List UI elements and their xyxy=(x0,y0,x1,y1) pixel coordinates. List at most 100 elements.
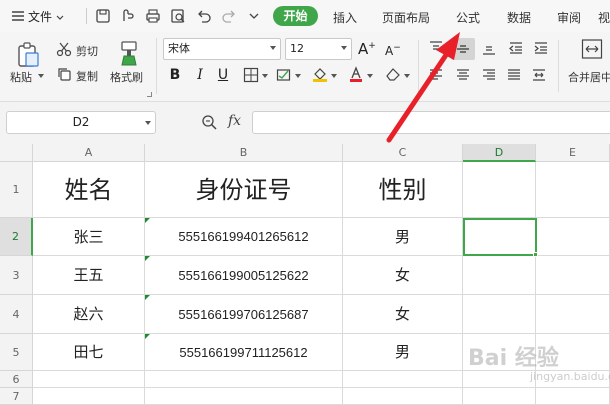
fill-handle[interactable] xyxy=(533,252,538,257)
copy-label[interactable]: 复制 xyxy=(76,68,98,84)
redo-icon[interactable] xyxy=(221,8,237,24)
cell-c5[interactable]: 男 xyxy=(343,334,463,371)
align-left-icon[interactable] xyxy=(428,67,444,83)
clipboard-launcher-icon[interactable] xyxy=(147,92,152,97)
cell-b5[interactable]: 555166199711125612 xyxy=(145,334,343,371)
formula-input[interactable] xyxy=(252,111,610,134)
format-painter-label[interactable]: 格式刷 xyxy=(110,69,143,85)
decrease-indent-icon[interactable] xyxy=(508,40,524,56)
align-top-icon[interactable] xyxy=(428,40,444,56)
align-bottom-icon[interactable] xyxy=(481,40,497,56)
cut-label[interactable]: 剪切 xyxy=(76,43,98,59)
cell-c1[interactable]: 性别 xyxy=(343,162,463,218)
tab-review[interactable]: 审阅 xyxy=(557,9,581,26)
cell-c2[interactable]: 男 xyxy=(343,218,463,256)
name-box[interactable]: D2 xyxy=(6,111,156,134)
paste-icon[interactable] xyxy=(16,42,40,68)
justify-icon[interactable] xyxy=(506,67,522,83)
undo-icon[interactable] xyxy=(196,8,212,24)
zoom-search-icon[interactable] xyxy=(201,114,217,130)
align-middle-button[interactable] xyxy=(451,38,475,60)
merge-center-label[interactable]: 合并居中 xyxy=(568,69,610,85)
fx-icon[interactable]: fx xyxy=(228,113,241,129)
print-icon[interactable] xyxy=(145,8,161,24)
chevron-down-icon[interactable] xyxy=(367,74,373,78)
chevron-down-icon[interactable] xyxy=(262,74,268,78)
borders-icon[interactable] xyxy=(243,67,259,83)
cell-c7[interactable] xyxy=(343,388,463,405)
cut-icon[interactable] xyxy=(56,41,72,57)
cell-b3[interactable]: 555166199005125622 xyxy=(145,256,343,295)
cell-a7[interactable] xyxy=(33,388,145,405)
tab-start[interactable]: 开始 xyxy=(273,6,318,26)
decrease-font-icon[interactable]: A− xyxy=(385,43,401,58)
row-header-5[interactable]: 5 xyxy=(0,334,33,371)
file-menu[interactable]: 文件 xyxy=(12,8,64,25)
cell-b4[interactable]: 555166199706125687 xyxy=(145,295,343,334)
underline-button[interactable]: U xyxy=(213,65,233,85)
column-header-c[interactable]: C xyxy=(343,144,463,162)
tab-insert[interactable]: 插入 xyxy=(333,9,357,26)
cell-style-icon[interactable] xyxy=(276,67,292,83)
increase-indent-icon[interactable] xyxy=(533,40,549,56)
cell-c3[interactable]: 女 xyxy=(343,256,463,295)
row-header-2[interactable]: 2 xyxy=(0,218,33,256)
tab-view[interactable]: 视 xyxy=(598,9,610,26)
copy-icon[interactable] xyxy=(56,66,72,82)
align-center-icon[interactable] xyxy=(455,67,471,83)
paste-label[interactable]: 粘贴 xyxy=(10,69,32,85)
cell-a6[interactable] xyxy=(33,371,145,388)
cell-e2[interactable] xyxy=(536,218,610,256)
tab-page-layout[interactable]: 页面布局 xyxy=(382,9,430,26)
save-icon[interactable] xyxy=(95,8,111,24)
distributed-align-icon[interactable] xyxy=(531,67,547,83)
row-header-4[interactable]: 4 xyxy=(0,295,33,334)
row-header-7[interactable]: 7 xyxy=(0,388,33,405)
font-color-icon[interactable] xyxy=(348,66,364,82)
row-header-1[interactable]: 1 xyxy=(0,162,33,218)
cell-b7[interactable] xyxy=(145,388,343,405)
cell-e4[interactable] xyxy=(536,295,610,334)
cell-d3[interactable] xyxy=(463,256,536,295)
format-painter-icon[interactable] xyxy=(118,40,140,66)
row-header-6[interactable]: 6 xyxy=(0,371,33,388)
chevron-down-icon[interactable] xyxy=(331,74,337,78)
row-header-3[interactable]: 3 xyxy=(0,256,33,295)
italic-button[interactable]: I xyxy=(190,65,210,85)
cell-b2[interactable]: 555166199401265612 xyxy=(145,218,343,256)
cell-c6[interactable] xyxy=(343,371,463,388)
paste-dropdown-icon[interactable] xyxy=(38,74,44,78)
increase-font-icon[interactable]: A+ xyxy=(358,40,376,58)
select-all-corner[interactable] xyxy=(0,144,33,162)
column-header-a[interactable]: A xyxy=(33,144,145,162)
column-header-d[interactable]: D xyxy=(463,144,536,162)
cell-a1[interactable]: 姓名 xyxy=(33,162,145,218)
bold-button[interactable]: B xyxy=(165,65,185,85)
cell-a4[interactable]: 赵六 xyxy=(33,295,145,334)
tab-formula[interactable]: 公式 xyxy=(456,9,480,26)
merge-center-icon[interactable] xyxy=(581,38,603,60)
cell-d1[interactable] xyxy=(463,162,536,218)
cell-e1[interactable] xyxy=(536,162,610,218)
tab-data[interactable]: 数据 xyxy=(507,9,531,26)
print-preview-icon[interactable] xyxy=(170,8,186,24)
cell-c4[interactable]: 女 xyxy=(343,295,463,334)
export-pdf-icon[interactable] xyxy=(120,8,136,24)
cell-b1[interactable]: 身份证号 xyxy=(145,162,343,218)
cell-d4[interactable] xyxy=(463,295,536,334)
align-right-icon[interactable] xyxy=(481,67,497,83)
column-header-e[interactable]: E xyxy=(536,144,610,162)
customize-toolbar-icon[interactable] xyxy=(246,8,262,24)
font-name-select[interactable]: 宋体 xyxy=(163,38,281,60)
cell-a2[interactable]: 张三 xyxy=(33,218,145,256)
chevron-down-icon[interactable] xyxy=(404,74,410,78)
eraser-icon[interactable] xyxy=(385,66,401,82)
column-header-b[interactable]: B xyxy=(145,144,343,162)
cell-a5[interactable]: 田七 xyxy=(33,334,145,371)
fill-color-icon[interactable] xyxy=(312,66,328,82)
cell-a3[interactable]: 王五 xyxy=(33,256,145,295)
chevron-down-icon[interactable] xyxy=(295,74,301,78)
font-size-select[interactable]: 12 xyxy=(285,38,352,60)
cell-b6[interactable] xyxy=(145,371,343,388)
cell-e3[interactable] xyxy=(536,256,610,295)
